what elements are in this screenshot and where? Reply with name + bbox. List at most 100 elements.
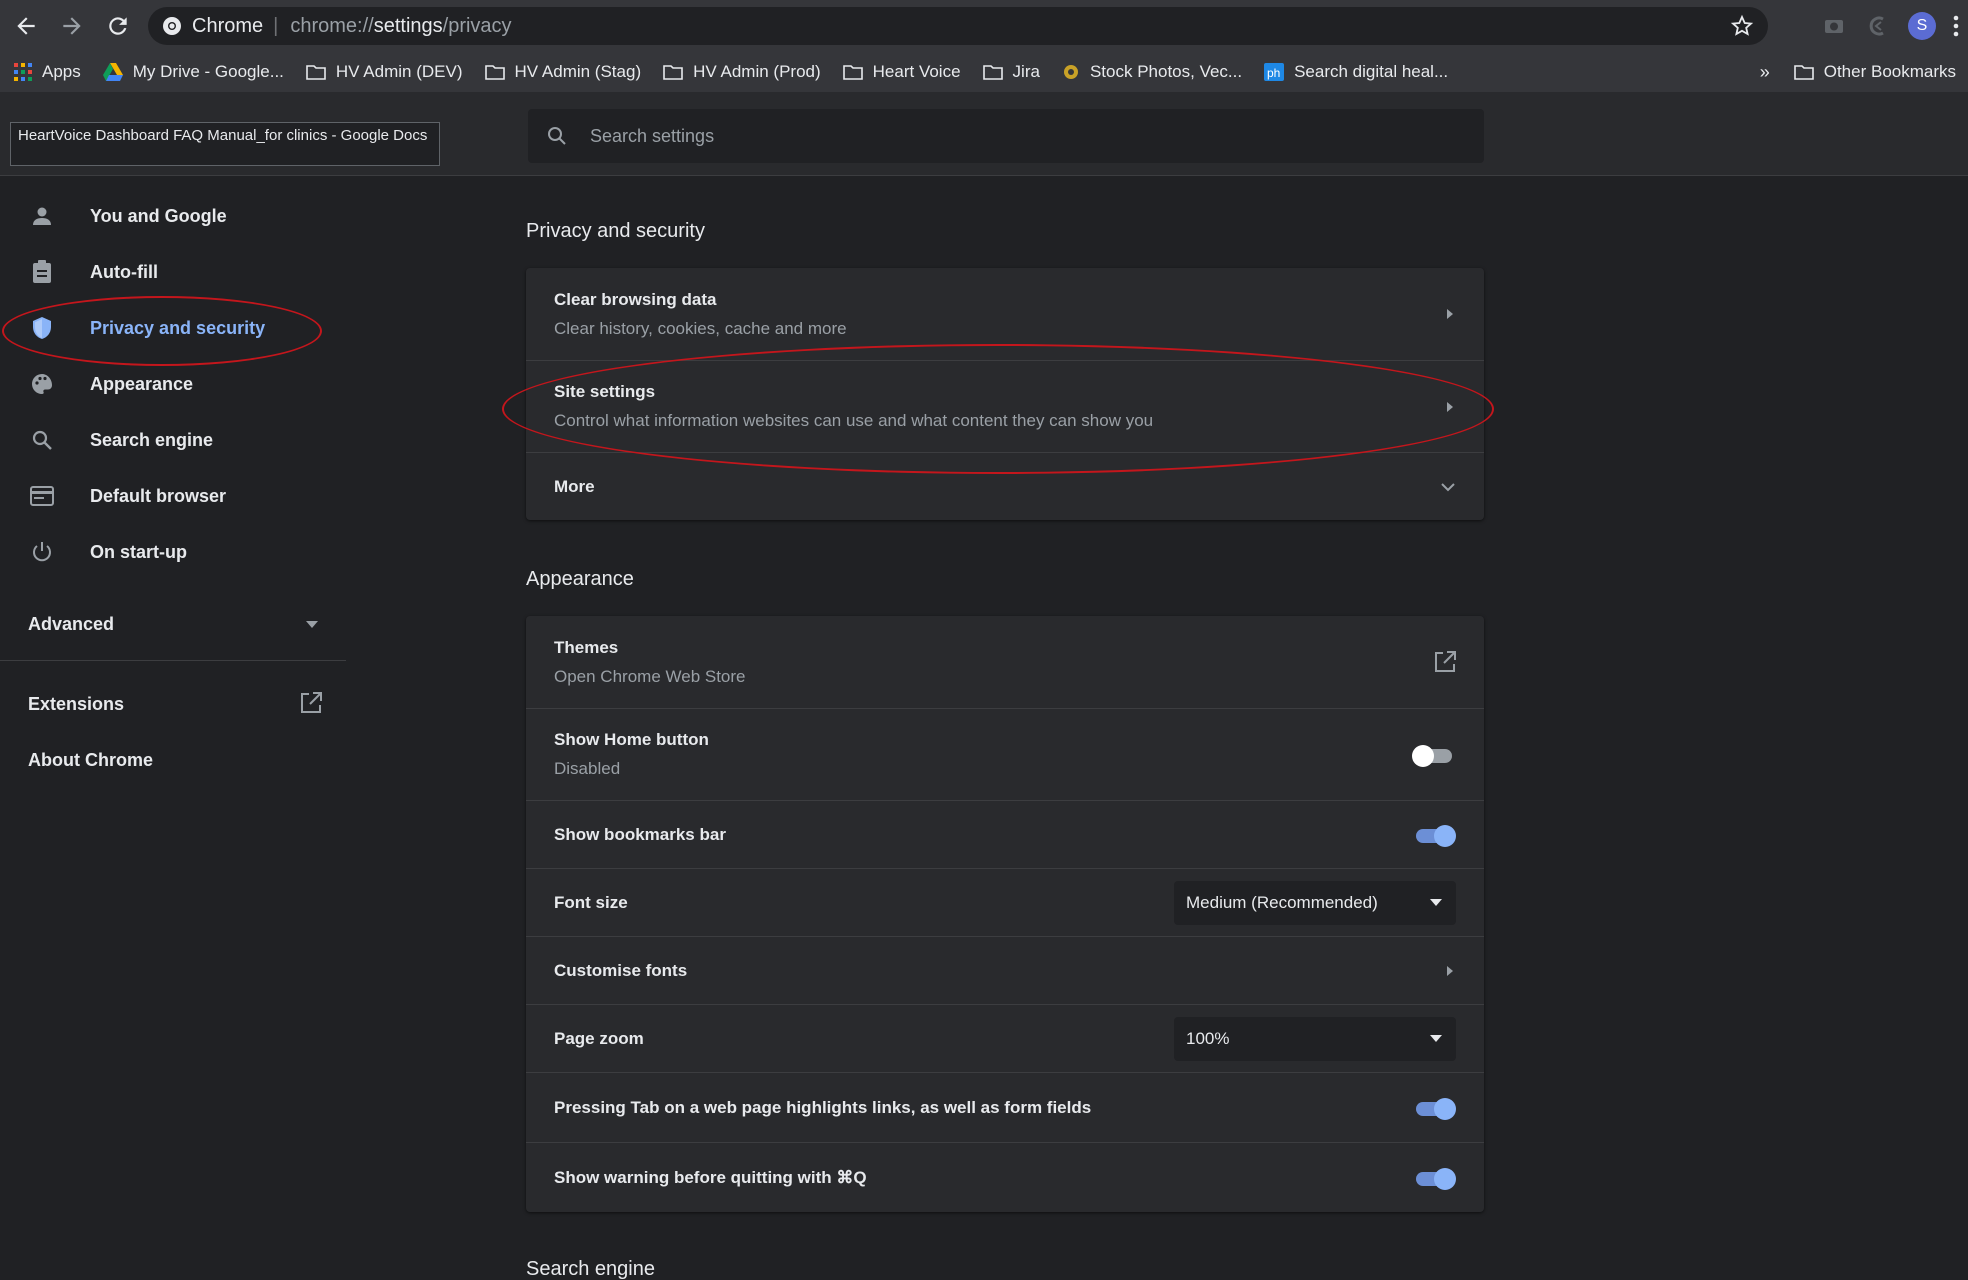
palette-icon [28, 370, 56, 398]
row-title: Page zoom [554, 1028, 644, 1048]
section-title-search-engine: Search engine [526, 1258, 655, 1280]
bookmark-label: Heart Voice [872, 62, 961, 81]
row-action [1412, 1097, 1456, 1120]
row-quit-warning: Show warning before quitting with ⌘Q [526, 1142, 1484, 1212]
bookmarks-bar-toggle[interactable] [1412, 824, 1456, 847]
caret-down-icon [306, 621, 318, 628]
row-show-home-button: Show Home button Disabled [526, 708, 1484, 800]
row-text: More [554, 477, 595, 497]
svg-text:ph: ph [1267, 66, 1280, 80]
avatar: S [1908, 12, 1936, 40]
sidebar-about-chrome[interactable]: About Chrome [28, 750, 153, 771]
bookmark-label: Search digital heal... [1294, 62, 1449, 81]
page-zoom-select[interactable]: 100% [1174, 1016, 1456, 1061]
bookmark-hv-admin-dev[interactable]: HV Admin (DEV) [306, 62, 463, 82]
star-icon[interactable] [1730, 14, 1754, 38]
bookmark-label: Stock Photos, Vec... [1089, 62, 1243, 81]
sidebar-item-privacy-and-security[interactable]: Privacy and security [0, 304, 330, 352]
address-bar[interactable]: Chrome | chrome://settings/privacy [148, 7, 1768, 45]
row-action [1440, 482, 1456, 492]
row-text: Show bookmarks bar [554, 825, 726, 845]
row-site-settings[interactable]: Site settings Control what information w… [526, 360, 1484, 452]
folder-icon [1793, 64, 1814, 80]
row-show-bookmarks-bar: Show bookmarks bar [526, 800, 1484, 868]
bookmark-heart-voice[interactable]: Heart Voice [842, 62, 961, 82]
sidebar-divider [0, 660, 346, 661]
bookmark-my-drive[interactable]: My Drive - Google... [102, 62, 284, 82]
quit-warning-toggle[interactable] [1412, 1167, 1456, 1190]
sidebar-item-appearance[interactable]: Appearance [0, 360, 330, 408]
bookmark-hv-admin-stag[interactable]: HV Admin (Stag) [484, 62, 641, 82]
reload-button[interactable] [98, 6, 138, 46]
omnibox-separator: | [273, 14, 279, 37]
sidebar-item-on-startup[interactable]: On start-up [0, 528, 330, 576]
bookmark-stock-photos[interactable]: Stock Photos, Vec... [1062, 62, 1242, 82]
bookmark-other-bookmarks[interactable]: Other Bookmarks [1793, 62, 1956, 82]
row-action [1412, 744, 1456, 767]
camera-extension-button[interactable] [1812, 4, 1856, 48]
url-text: chrome://settings/privacy [290, 14, 512, 37]
bookmark-search-digital-health[interactable]: ph Search digital heal... [1264, 62, 1448, 82]
sidebar-item-label: On start-up [90, 541, 187, 562]
sidebar-item-search-engine[interactable]: Search engine [0, 416, 330, 464]
bookmark-apps[interactable]: Apps [14, 62, 81, 82]
power-icon [28, 538, 56, 566]
tab-highlight-toggle[interactable] [1412, 1097, 1456, 1120]
settings-sidebar: You and Google Auto-fill Privacy and sec… [0, 176, 350, 1280]
reload-icon [109, 17, 127, 35]
bookmark-jira[interactable]: Jira [982, 62, 1040, 82]
font-size-select[interactable]: Medium (Recommended) [1174, 880, 1456, 925]
row-title: Show bookmarks bar [554, 824, 726, 844]
row-action [1444, 965, 1456, 977]
row-clear-browsing-data[interactable]: Clear browsing data Clear history, cooki… [526, 268, 1484, 360]
toggle-knob [1412, 744, 1434, 767]
forward-button[interactable] [52, 6, 92, 46]
row-action: 100% [1174, 1016, 1456, 1061]
search-icon [28, 426, 56, 454]
menu-button[interactable] [1944, 4, 1968, 48]
sidebar-item-autofill[interactable]: Auto-fill [0, 248, 330, 296]
row-customise-fonts[interactable]: Customise fonts [526, 936, 1484, 1004]
extension-logo-icon [1869, 16, 1884, 36]
row-action [1412, 824, 1456, 847]
browser-window-icon [28, 482, 56, 510]
row-action [1412, 1167, 1456, 1190]
section-title-privacy: Privacy and security [526, 220, 705, 242]
bookmarks-overflow-button[interactable]: » [1760, 62, 1770, 83]
row-action [1444, 401, 1456, 413]
bookmark-hv-admin-prod[interactable]: HV Admin (Prod) [663, 62, 821, 82]
profile-button[interactable]: S [1900, 4, 1944, 48]
row-subtitle: Control what information websites can us… [554, 411, 1154, 430]
row-themes[interactable]: Themes Open Chrome Web Store [526, 616, 1484, 708]
row-tab-highlight: Pressing Tab on a web page highlights li… [526, 1072, 1484, 1142]
home-button-toggle[interactable] [1412, 744, 1456, 767]
sidebar-advanced[interactable]: Advanced [28, 614, 318, 635]
sidebar-item-label: You and Google [90, 205, 227, 226]
caret-down-icon [1430, 1034, 1442, 1042]
apps-grid-icon [14, 63, 32, 81]
person-icon [28, 202, 56, 230]
bookmark-label: HV Admin (DEV) [335, 62, 463, 81]
stock-photos-icon [1062, 63, 1080, 81]
advanced-label: Advanced [28, 614, 115, 634]
row-title: More [554, 476, 595, 496]
row-more[interactable]: More [526, 452, 1484, 520]
bookmark-label: HV Admin (Prod) [693, 62, 821, 81]
row-action [1444, 308, 1456, 320]
sidebar-item-default-browser[interactable]: Default browser [0, 472, 330, 520]
extension-button[interactable] [1856, 4, 1900, 48]
chevron-right-icon [1447, 401, 1453, 412]
row-title: Pressing Tab on a web page highlights li… [554, 1097, 1092, 1117]
search-settings-box[interactable] [528, 109, 1484, 163]
row-subtitle: Clear history, cookies, cache and more [554, 318, 847, 338]
row-title: Font size [554, 892, 628, 912]
caret-down-icon [1430, 898, 1442, 906]
search-input[interactable] [590, 125, 1390, 147]
open-in-new-icon [1435, 651, 1456, 672]
chevron-right-icon [1447, 965, 1453, 976]
shield-icon [28, 314, 56, 342]
sidebar-extensions[interactable]: Extensions [28, 692, 322, 715]
back-button[interactable] [6, 6, 46, 46]
sidebar-item-you-and-google[interactable]: You and Google [0, 192, 330, 240]
toggle-knob [1434, 1167, 1456, 1190]
